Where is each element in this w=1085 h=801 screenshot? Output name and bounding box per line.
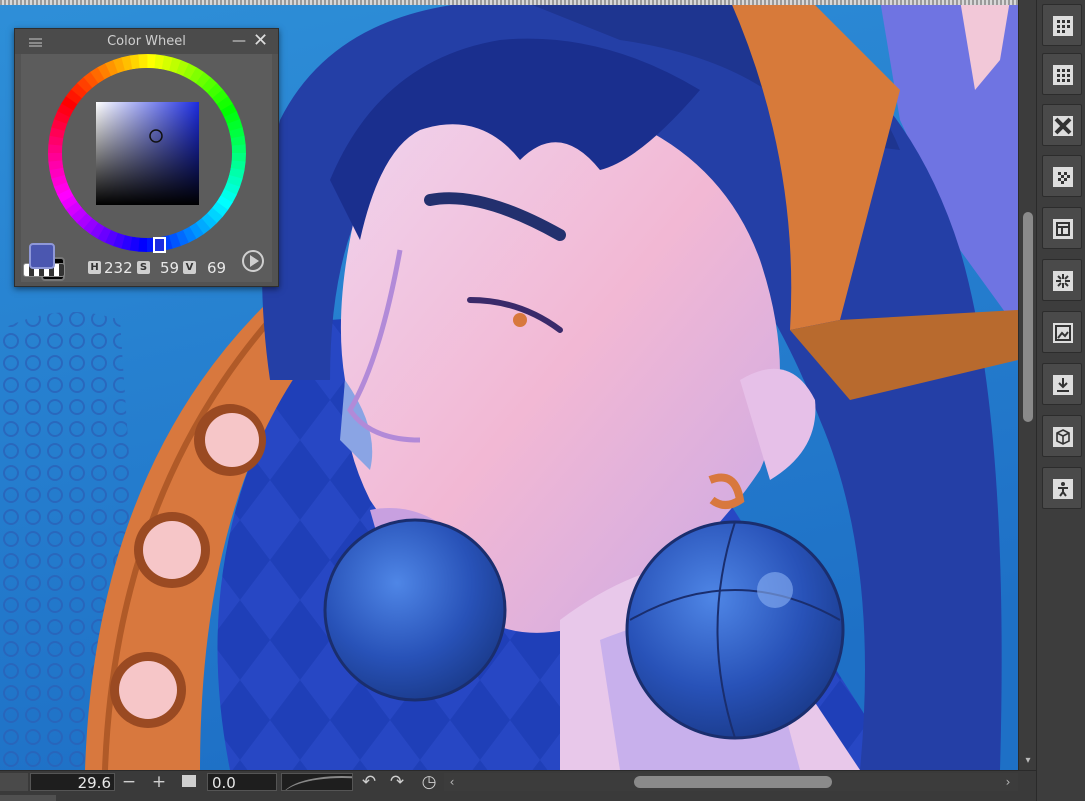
minimize-icon[interactable]: — xyxy=(232,34,246,48)
horizontal-scroll-thumb[interactable] xyxy=(634,776,832,788)
image-frame-icon xyxy=(1053,323,1073,343)
rotate-right-icon[interactable]: ↷ xyxy=(388,772,406,792)
scroll-right-arrow-icon[interactable]: › xyxy=(1000,773,1016,791)
zoom-out-button[interactable]: − xyxy=(120,772,138,792)
close-icon[interactable]: ✕ xyxy=(253,32,269,50)
color-mode-play-icon[interactable] xyxy=(242,250,264,272)
hue-tag: H xyxy=(88,261,101,274)
checker-grid-icon xyxy=(1053,167,1073,187)
grid-dots-alt-icon xyxy=(1053,65,1073,85)
figure-icon xyxy=(1053,479,1073,499)
rotate-left-icon[interactable]: ↶ xyxy=(360,772,378,792)
toolbar-button-8[interactable] xyxy=(1042,363,1082,405)
top-ruler-strip xyxy=(0,0,1018,5)
toolbar-button-2[interactable] xyxy=(1042,53,1082,95)
bottom-panel-tab[interactable] xyxy=(0,795,56,801)
rotation-slider[interactable] xyxy=(281,773,353,791)
toolbar-button-1[interactable] xyxy=(1042,4,1082,46)
cube-icon xyxy=(1053,427,1073,447)
value-value: 69 xyxy=(207,259,227,277)
toolbar-button-4[interactable] xyxy=(1042,155,1082,197)
clip-studio-window: ▾ Color Wheel — ✕ H 232 S 59 V 69 29.6 −… xyxy=(0,0,1085,801)
color-wheel-body xyxy=(21,54,272,282)
zoom-input[interactable]: 29.6 xyxy=(30,773,115,792)
scatter-icon xyxy=(1053,271,1073,291)
scroll-down-arrow-icon[interactable]: ▾ xyxy=(1019,752,1037,770)
grid-dots-icon xyxy=(1053,16,1073,36)
toolbar-button-5[interactable] xyxy=(1042,207,1082,249)
zoom-slider[interactable] xyxy=(0,773,28,791)
vertical-scroll-thumb[interactable] xyxy=(1023,212,1033,422)
fit-view-icon[interactable] xyxy=(182,775,196,787)
toolbar-button-3[interactable] xyxy=(1042,104,1082,146)
vertical-scrollbar[interactable]: ▾ xyxy=(1018,0,1036,770)
saturation-value-square[interactable] xyxy=(96,102,199,205)
hue-picker-handle[interactable] xyxy=(153,237,166,253)
value-tag: V xyxy=(183,261,196,274)
main-color-swatch[interactable] xyxy=(29,243,55,269)
toolbar-button-9[interactable] xyxy=(1042,415,1082,457)
zoom-in-button[interactable]: + xyxy=(150,772,168,792)
toolbar-button-6[interactable] xyxy=(1042,259,1082,301)
reset-rotation-icon[interactable]: ◷ xyxy=(418,772,440,792)
transform-x-icon xyxy=(1053,116,1073,136)
hue-segment[interactable] xyxy=(48,152,63,162)
saturation-value: 59 xyxy=(160,259,180,277)
hue-segment[interactable] xyxy=(138,54,148,69)
saturation-tag: S xyxy=(137,261,150,274)
right-toolbar xyxy=(1036,0,1085,801)
horizontal-scrollbar[interactable] xyxy=(444,773,1018,791)
hue-value: 232 xyxy=(104,259,133,277)
scroll-left-arrow-icon[interactable]: ‹ xyxy=(444,773,460,791)
toolbar-button-10[interactable] xyxy=(1042,467,1082,509)
import-icon xyxy=(1053,375,1073,395)
hue-ring[interactable] xyxy=(48,54,246,254)
rotation-input[interactable]: 0.0 xyxy=(207,773,277,792)
layout-icon xyxy=(1053,219,1073,239)
navigator-status-bar: 29.6 − + 0.0 ↶ ↷ ◷ ‹ › xyxy=(0,770,1036,801)
hue-segment[interactable] xyxy=(231,144,246,154)
color-wheel-panel: Color Wheel — ✕ H 232 S 59 V 69 xyxy=(14,28,279,287)
color-wheel-title-bar[interactable]: Color Wheel — ✕ xyxy=(15,29,278,54)
toolbar-button-7[interactable] xyxy=(1042,311,1082,353)
